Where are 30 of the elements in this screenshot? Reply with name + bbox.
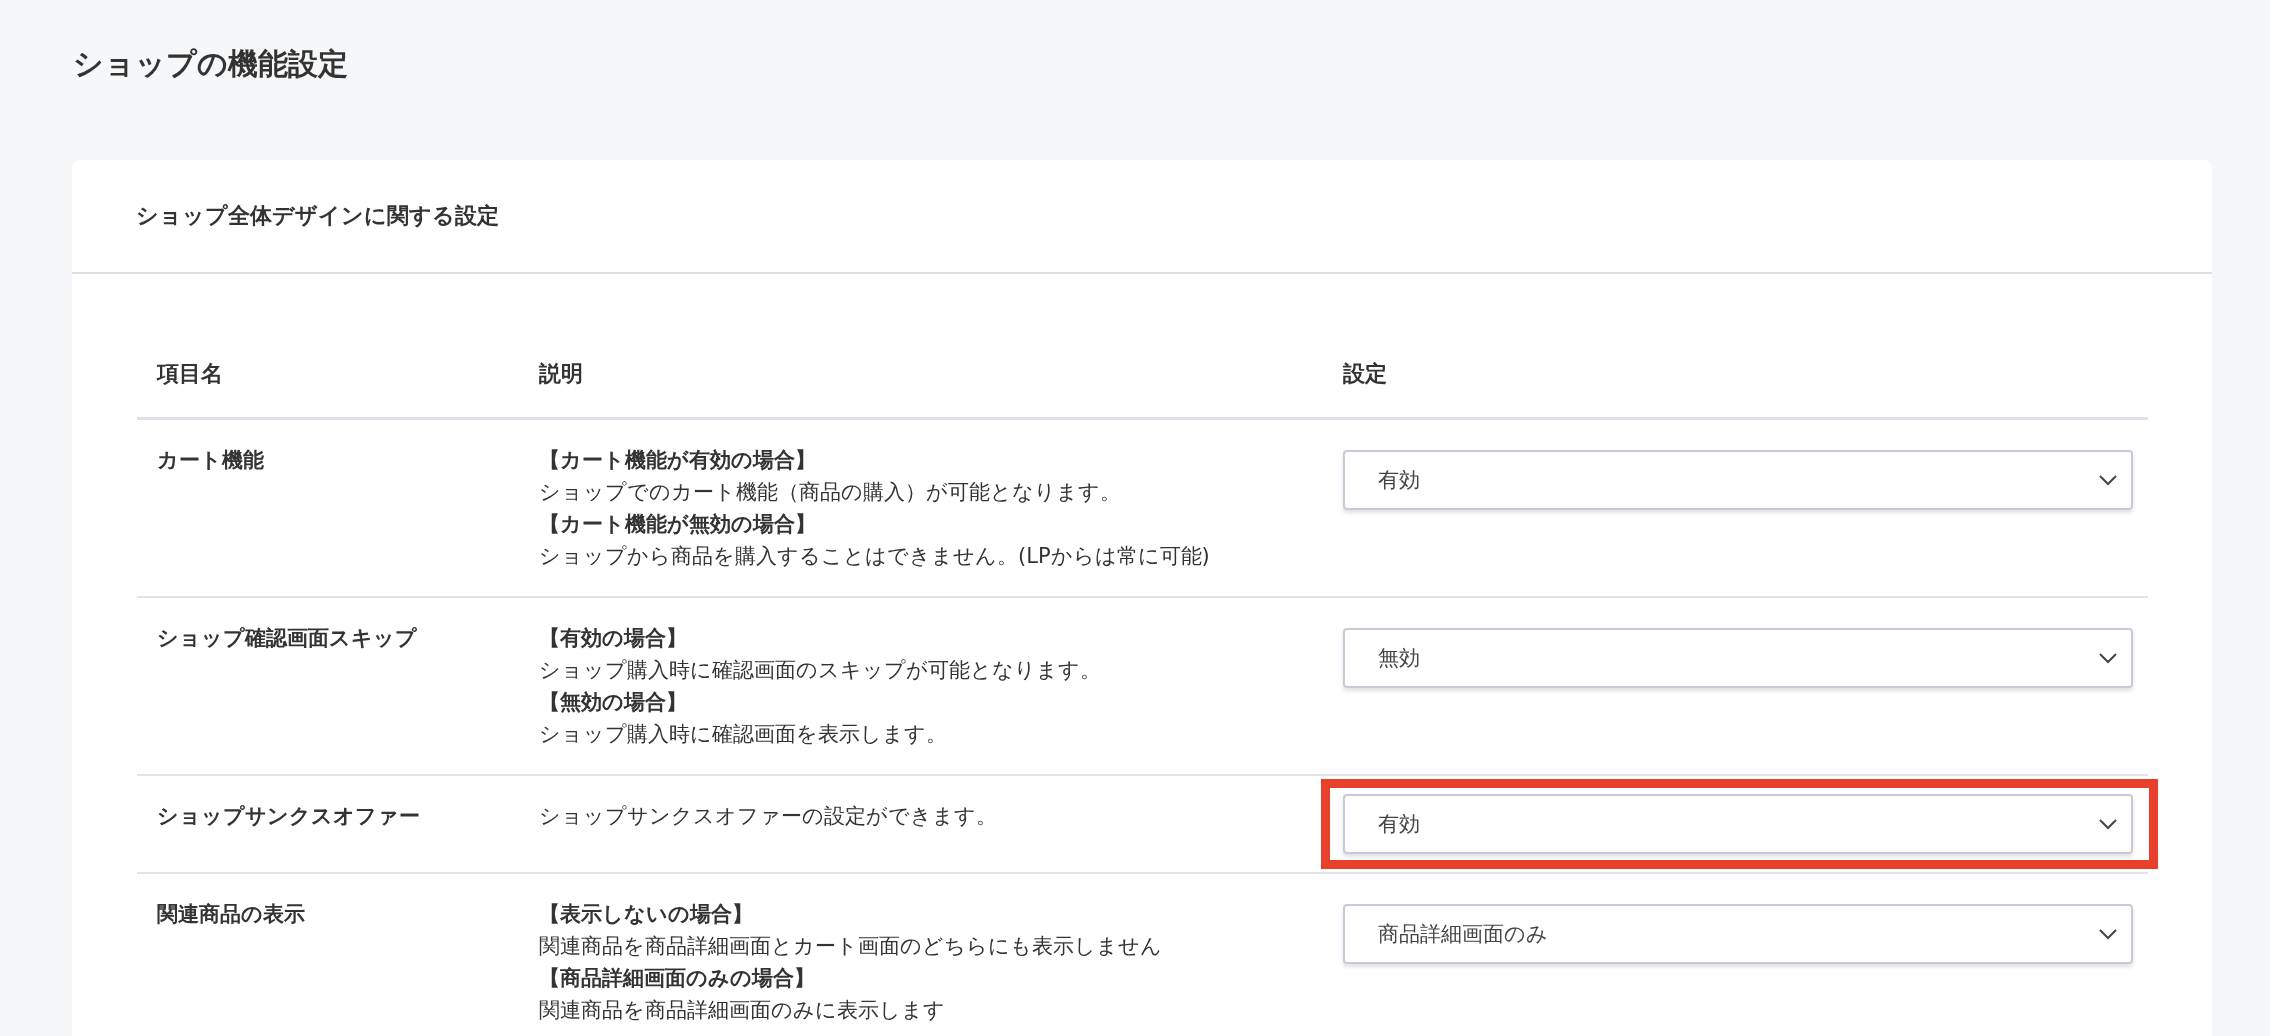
column-header: 設定 — [1343, 359, 1388, 388]
description-text: 【有効の場合】 — [539, 625, 688, 652]
description-text: 【表示しないの場合】 — [539, 901, 754, 928]
setting-name: ショップサンクスオファー — [156, 803, 421, 830]
setting-name: 関連商品の表示 — [156, 901, 306, 928]
select-dropdown[interactable]: 商品詳細画面のみ — [1343, 904, 2133, 964]
description-text: 【商品詳細画面のみの場合】 — [539, 965, 816, 992]
column-header: 項目名 — [155, 359, 224, 388]
description-text: ショップ購入時に確認画面のスキップが可能となります。 — [539, 657, 1102, 684]
setting-name: カート機能 — [156, 447, 265, 474]
description-text: 関連商品を商品詳細画面とカート画面のどちらにも表示しません — [539, 933, 1163, 960]
chevron-down-icon — [2099, 652, 2117, 664]
setting-name: ショップ確認画面スキップ — [156, 625, 418, 652]
description-text: 【カート機能が有効の場合】 — [539, 447, 817, 474]
select-dropdown[interactable]: 無効 — [1343, 628, 2133, 688]
page-title: ショップの機能設定 — [72, 45, 349, 83]
description-text: 【カート機能が無効の場合】 — [539, 511, 817, 538]
select-dropdown[interactable]: 有効 — [1343, 450, 2133, 510]
description-text: 【無効の場合】 — [539, 689, 688, 716]
chevron-down-icon — [2099, 928, 2117, 940]
description-text: ショップ購入時に確認画面を表示します。 — [539, 721, 948, 748]
select-dropdown[interactable]: 有効 — [1343, 794, 2133, 854]
column-header: 説明 — [539, 359, 584, 388]
chevron-down-icon — [2099, 474, 2117, 486]
card-title: ショップ全体デザインに関する設定 — [136, 202, 499, 230]
description-text: ショップサンクスオファーの設定ができます。 — [539, 803, 998, 830]
description-text: ショップでのカート機能（商品の購入）が可能となります。 — [539, 479, 1122, 506]
description-text: 関連商品を商品詳細画面のみに表示します — [539, 997, 946, 1024]
chevron-down-icon — [2099, 818, 2117, 830]
description-text: ショップから商品を購入することはできません。(LPからは常に可能) — [539, 543, 1211, 570]
